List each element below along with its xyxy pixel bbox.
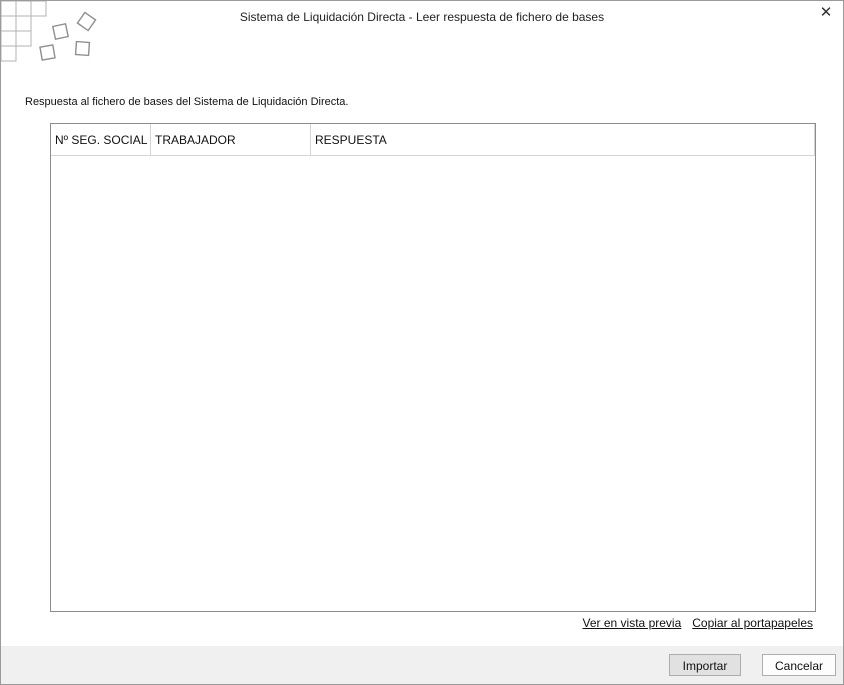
dialog-footer: Importar Cancelar	[1, 646, 843, 684]
results-table[interactable]: Nº SEG. SOCIAL TRABAJADOR RESPUESTA	[50, 123, 816, 612]
cancel-button[interactable]: Cancelar	[762, 654, 836, 676]
import-button[interactable]: Importar	[669, 654, 741, 676]
preview-link[interactable]: Ver en vista previa	[583, 616, 682, 630]
dialog-window: Sistema de Liquidación Directa - Leer re…	[0, 0, 844, 685]
column-header-ss-number[interactable]: Nº SEG. SOCIAL	[51, 124, 151, 155]
page-subtitle: Respuesta al fichero de bases del Sistem…	[25, 96, 349, 108]
column-header-response[interactable]: RESPUESTA	[311, 124, 815, 155]
copy-clipboard-link[interactable]: Copiar al portapapeles	[692, 616, 813, 630]
window-title: Sistema de Liquidación Directa - Leer re…	[239, 10, 605, 24]
table-body	[51, 156, 815, 611]
close-icon[interactable]: ✕	[818, 5, 834, 21]
column-header-worker[interactable]: TRABAJADOR	[151, 124, 311, 155]
table-header: Nº SEG. SOCIAL TRABAJADOR RESPUESTA	[51, 124, 815, 156]
action-links: Ver en vista previa Copiar al portapapel…	[583, 616, 813, 630]
